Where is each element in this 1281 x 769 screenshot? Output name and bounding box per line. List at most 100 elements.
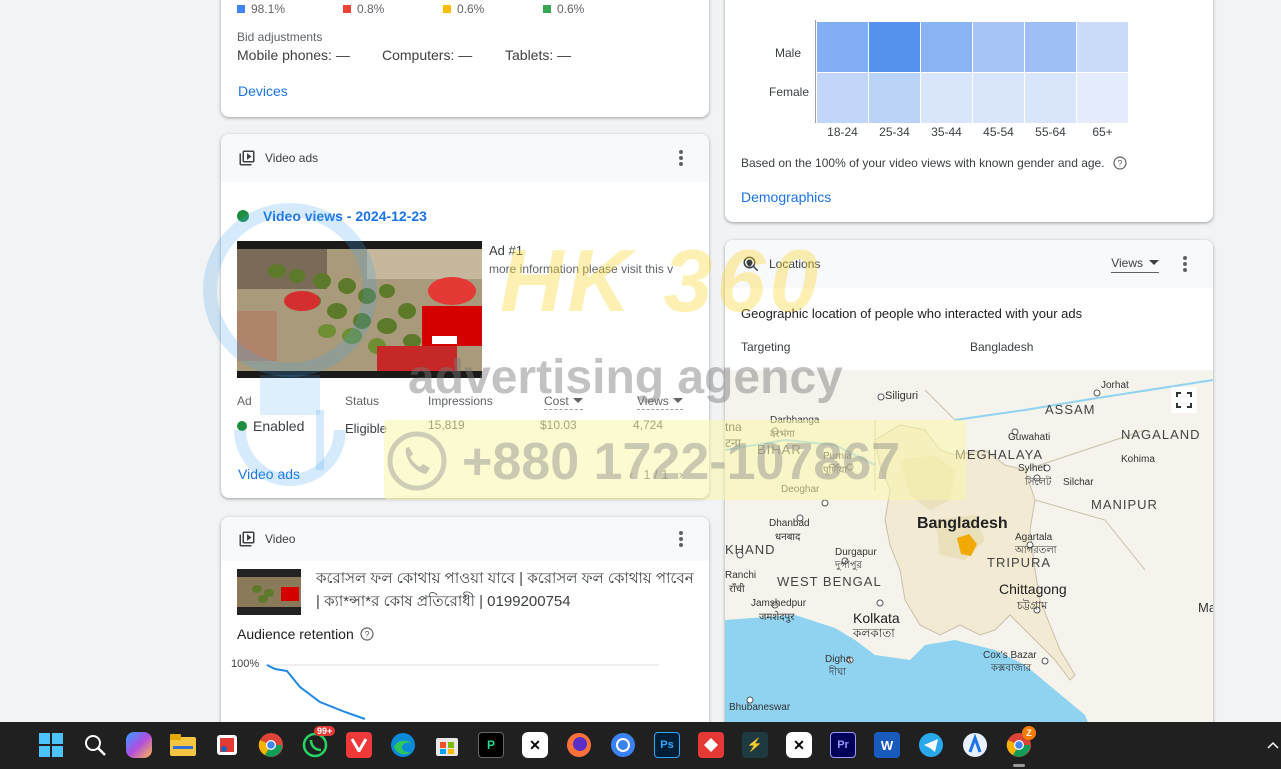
col-views-label: Views <box>637 394 669 408</box>
locations-title: Locations <box>769 257 821 271</box>
whatsapp-icon[interactable]: 99+ <box>302 726 336 758</box>
computers-swatch <box>343 5 351 13</box>
sort-arrow-icon <box>672 398 683 403</box>
vivaldi-icon[interactable] <box>346 732 372 758</box>
heatmap-cell[interactable] <box>921 22 972 72</box>
demographics-note: Based on the 100% of your video views wi… <box>741 156 1105 170</box>
help-icon[interactable]: ? <box>360 627 374 641</box>
devices-card: 98.1% 0.8% 0.6% 0.6% Bid adjustments Mob… <box>221 0 709 117</box>
capcut-icon[interactable]: ✕ <box>522 732 548 758</box>
ad-row-impressions: 15,819 <box>428 418 465 432</box>
heatmap-axis <box>815 20 816 123</box>
heatmap-column-label: 55-64 <box>1035 125 1066 139</box>
col-cost[interactable]: Cost <box>544 394 583 410</box>
map-label-chittagong: Chittagong <box>999 581 1067 597</box>
sync-app-icon[interactable] <box>610 732 636 758</box>
help-icon[interactable]: ? <box>1112 156 1127 170</box>
video-title-label: Video <box>265 532 296 546</box>
map-label-kolkata-bn: কলকাতা <box>853 626 895 640</box>
map-label-purnia: Purnia <box>823 451 852 462</box>
windows-start-icon[interactable] <box>38 732 64 758</box>
anydesk-icon[interactable] <box>698 732 724 758</box>
google-ads-icon[interactable] <box>962 732 988 758</box>
bid-tablets: Tablets: — <box>505 47 572 63</box>
metric-dropdown-value: Views <box>1111 255 1143 270</box>
next-page-icon[interactable]: › <box>679 467 683 482</box>
taskbar: 99+ P ✕ Ps ⚡ ✕ Pr W Z <box>0 722 1281 769</box>
row-male: Male <box>775 46 802 60</box>
heatmap-cell[interactable] <box>817 73 868 123</box>
heatmap-column-label: 65+ <box>1092 125 1113 139</box>
video-thumbnail[interactable] <box>237 569 301 615</box>
file-explorer-icon[interactable] <box>170 732 196 758</box>
col-views[interactable]: Views <box>637 394 683 410</box>
heatmap-column-label: 25-34 <box>879 125 910 139</box>
firefox-icon[interactable] <box>566 732 592 758</box>
ad-row-status-cell: Enabled <box>237 418 304 434</box>
more-options-icon[interactable] <box>669 146 693 170</box>
heatmap-cell[interactable] <box>973 73 1024 123</box>
prev-page-icon[interactable]: ‹ <box>629 467 633 482</box>
heatmap-cell[interactable] <box>817 22 868 72</box>
video-ads-header: Video ads <box>221 134 709 182</box>
capcut-pro-icon[interactable]: ✕ <box>786 732 812 758</box>
metric-dropdown[interactable]: Views <box>1111 256 1159 273</box>
show-hidden-icons-icon[interactable] <box>1266 732 1280 758</box>
map-label-chittagong-bn: চট্টগ্রাম <box>1017 600 1048 612</box>
map-label-jharkhand: KHAND <box>725 542 776 557</box>
heatmap-cell[interactable] <box>1077 73 1128 123</box>
video-title[interactable]: করোসল ফল কোথায় পাওয়া যাবে | করোসল ফল ক… <box>316 567 696 613</box>
photoshop-icon[interactable]: Ps <box>654 732 680 758</box>
heatmap-column-label: 35-44 <box>931 125 962 139</box>
map-label-patna: tna <box>725 420 742 434</box>
devices-link[interactable]: Devices <box>238 83 288 99</box>
heatmap-cell[interactable] <box>1025 22 1076 72</box>
search-icon[interactable] <box>82 732 108 758</box>
demographics-link[interactable]: Demographics <box>741 189 831 205</box>
heatmap-cell[interactable] <box>973 22 1024 72</box>
snipping-tool-icon[interactable] <box>214 732 240 758</box>
map-label-coxs-bn: কক্সবাজার <box>991 663 1032 674</box>
telegram-icon[interactable] <box>918 732 944 758</box>
fullscreen-icon[interactable] <box>1171 387 1197 413</box>
pager-text: 1 / 1 <box>643 467 669 482</box>
filmora-icon[interactable]: ⚡ <box>742 732 768 758</box>
map-label-ma: Ma <box>1198 600 1213 615</box>
heatmap-cell[interactable] <box>869 22 920 72</box>
ad-row-enabled[interactable]: Enabled <box>253 418 304 434</box>
map-label-dhanbad-hi: धनबाद <box>775 532 801 543</box>
microsoft-store-icon[interactable] <box>434 732 460 758</box>
map-label-durgapur-bn: দুর্গাপুর <box>835 560 862 571</box>
map-label-digha: Digha <box>825 654 852 665</box>
video-views-date[interactable]: Video views - 2024-12-23 <box>263 208 427 224</box>
copilot-icon[interactable] <box>126 732 152 758</box>
video-views-heading: Video views - 2024-12-23 <box>237 208 427 224</box>
locations-header: Locations Views <box>725 240 1213 288</box>
heatmap-cell[interactable] <box>1077 22 1128 72</box>
pycharm-icon[interactable]: P <box>478 732 504 758</box>
heatmap-cell[interactable] <box>921 73 972 123</box>
location-search-icon <box>741 254 761 274</box>
edge-icon[interactable] <box>390 732 416 758</box>
video-card: Video করোসল ফল কোথায় পাওয়া যাবে | করোস… <box>221 517 709 747</box>
heatmap-cell[interactable] <box>869 73 920 123</box>
ad-description: more information please visit this v <box>489 262 674 276</box>
chrome-icon[interactable] <box>258 732 284 758</box>
audience-retention-heading: Audience retention ? <box>237 626 374 642</box>
bid-mobile: Mobile phones: — <box>237 47 350 63</box>
map-label-deoghar: Deoghar <box>781 484 820 495</box>
map-label-assam: ASSAM <box>1045 402 1096 417</box>
col-impressions[interactable]: Impressions <box>428 394 493 408</box>
video-ads-link[interactable]: Video ads <box>238 466 300 482</box>
video-ads-title: Video ads <box>265 151 319 165</box>
status-dot-icon <box>237 210 249 222</box>
premiere-pro-icon[interactable]: Pr <box>830 732 856 758</box>
ad-thumbnail[interactable] <box>237 241 482 378</box>
word-icon[interactable]: W <box>874 732 900 758</box>
more-options-icon[interactable] <box>669 527 693 551</box>
chrome-profile-icon[interactable]: Z <box>1006 726 1036 758</box>
tablets-swatch <box>443 5 451 13</box>
heatmap-cell[interactable] <box>1025 73 1076 123</box>
location-map[interactable]: Siliguri ASSAM Jorhat NAGALAND Guwahati … <box>725 370 1213 740</box>
more-options-icon[interactable] <box>1173 252 1197 276</box>
